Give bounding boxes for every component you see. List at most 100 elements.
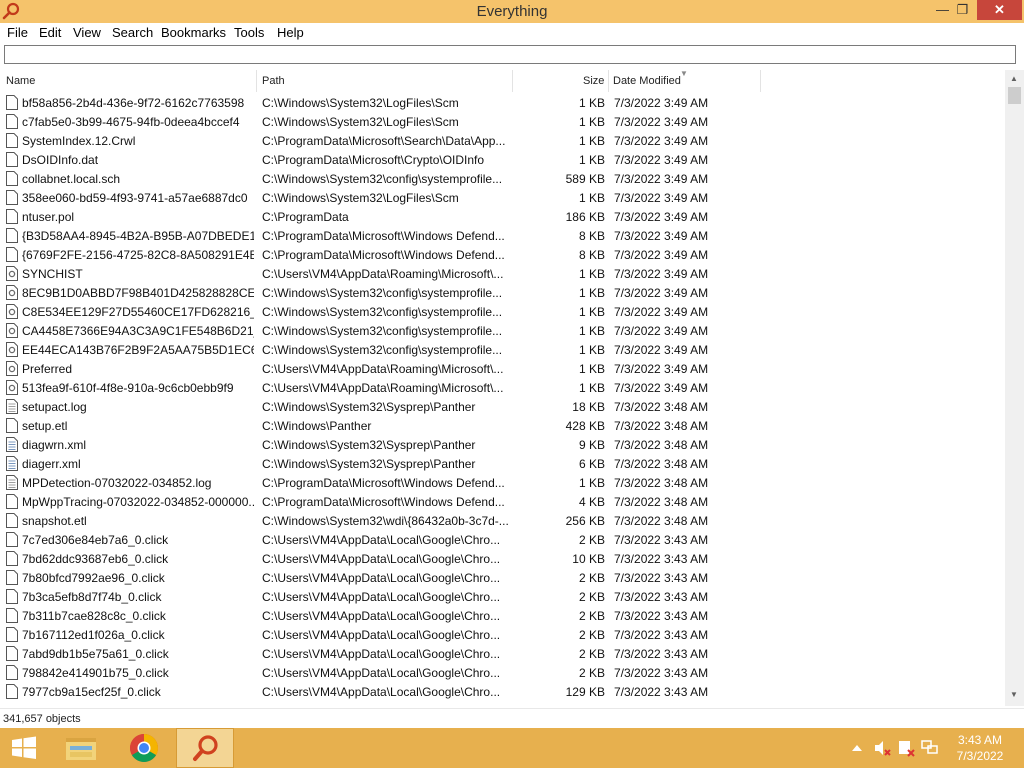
menu-help[interactable]: Help [277, 25, 304, 40]
table-row[interactable]: {B3D58AA4-8945-4B2A-B95B-A07DBEDE1... C:\… [0, 227, 1005, 246]
file-name: Preferred [22, 362, 73, 376]
file-name: {6769F2FE-2156-4725-82C8-8A508291E4EF} [22, 248, 254, 262]
file-path: C:\Windows\System32\config\systemprofile… [262, 324, 503, 338]
table-row[interactable]: 7b311b7cae828c8c_0.click C:\Users\VM4\App… [0, 607, 1005, 626]
file-name: snapshot.etl [22, 514, 87, 528]
table-row[interactable]: DsOIDInfo.dat C:\ProgramData\Microsoft\Cr… [0, 151, 1005, 170]
table-row[interactable]: 358ee060-bd59-4f93-9741-a57ae6887dc0 C:\W… [0, 189, 1005, 208]
table-row[interactable]: c7fab5e0-3b99-4675-94fb-0deea4bccef4 C:\W… [0, 113, 1005, 132]
file-path: C:\ProgramData\Microsoft\Windows Defend.… [262, 476, 505, 490]
table-row[interactable]: 7977cb9a15ecf25f_0.click C:\Users\VM4\App… [0, 683, 1005, 702]
file-path: C:\Users\VM4\AppData\Local\Google\Chro..… [262, 685, 501, 699]
table-row[interactable]: CA4458E7366E94A3C3A9C1FE548B6D21_8... C:\… [0, 322, 1005, 341]
menu-bookmarks[interactable]: Bookmarks [161, 25, 226, 40]
file-date-modified: 7/3/2022 3:49 AM [614, 324, 709, 338]
table-row[interactable]: diagwrn.xml C:\Windows\System32\Sysprep\P… [0, 436, 1005, 455]
file-path: C:\Windows\System32\Sysprep\Panther [262, 457, 476, 471]
column-divider[interactable] [512, 70, 513, 92]
table-row[interactable]: 8EC9B1D0ABBD7F98B401D425828828CE_4... C:\… [0, 284, 1005, 303]
file-path: C:\ProgramData\Microsoft\Windows Defend.… [262, 495, 505, 509]
column-name[interactable]: Name [6, 75, 35, 87]
file-name: 7b311b7cae828c8c_0.click [22, 609, 166, 623]
table-row[interactable]: snapshot.etl C:\Windows\System32\wdi\{864… [0, 512, 1005, 531]
table-row[interactable]: 7b80bfcd7992ae96_0.click C:\Users\VM4\App… [0, 569, 1005, 588]
file-size: 428 KB [565, 419, 605, 433]
column-size[interactable]: Size [583, 75, 604, 87]
file-name: MPDetection-07032022-034852.log [22, 476, 212, 490]
system-clock[interactable]: 3:43 AM 7/3/2022 [948, 732, 1012, 764]
vertical-scrollbar[interactable]: ▲ ▼ [1005, 70, 1024, 706]
network-icon[interactable] [920, 728, 940, 768]
action-center-icon[interactable] [896, 728, 916, 768]
file-size: 1 KB [578, 324, 605, 338]
column-divider[interactable] [760, 70, 761, 92]
chrome-taskbar-button[interactable] [118, 728, 170, 768]
table-row[interactable]: setup.etl C:\Windows\Panther 428 KB 7/3/202… [0, 417, 1005, 436]
file-explorer-taskbar-button[interactable] [56, 728, 106, 768]
folder-icon [66, 738, 96, 760]
menu-search[interactable]: Search [112, 25, 153, 40]
file-name: 7b3ca5efb8d7f74b_0.click [22, 590, 162, 604]
column-divider[interactable] [608, 70, 609, 92]
table-row[interactable]: 7abd9db1b5e75a61_0.click C:\Users\VM4\App… [0, 645, 1005, 664]
column-header: Name Path Size Date Modified ▼ [0, 69, 1024, 92]
table-row[interactable]: SystemIndex.12.Crwl C:\ProgramData\Micros… [0, 132, 1005, 151]
file-size: 589 KB [565, 172, 605, 186]
close-button[interactable]: ✕ [977, 0, 1022, 20]
table-row[interactable]: 7b3ca5efb8d7f74b_0.click C:\Users\VM4\App… [0, 588, 1005, 607]
table-row[interactable]: setupact.log C:\Windows\System32\Sysprep\… [0, 398, 1005, 417]
table-row[interactable]: Preferred C:\Users\VM4\AppData\Roaming\Mi… [0, 360, 1005, 379]
file-path: C:\Windows\System32\LogFiles\Scm [262, 96, 459, 110]
everything-taskbar-button[interactable] [176, 728, 234, 768]
menu-tools[interactable]: Tools [234, 25, 264, 40]
file-path: C:\Users\VM4\AppData\Local\Google\Chro..… [262, 647, 501, 661]
file-name: ntuser.pol [22, 210, 75, 224]
scroll-down-icon[interactable]: ▼ [1010, 690, 1018, 699]
file-date-modified: 7/3/2022 3:49 AM [614, 286, 709, 300]
search-input[interactable] [4, 45, 1016, 64]
show-hidden-icons-icon[interactable] [848, 728, 866, 768]
maximize-button[interactable]: ❐ [949, 0, 976, 20]
table-row[interactable]: diagerr.xml C:\Windows\System32\Sysprep\P… [0, 455, 1005, 474]
file-size: 186 KB [565, 210, 605, 224]
menu-edit[interactable]: Edit [39, 25, 61, 40]
file-name: {B3D58AA4-8945-4B2A-B95B-A07DBEDE1... [22, 229, 254, 243]
volume-muted-icon[interactable] [872, 728, 892, 768]
column-path[interactable]: Path [262, 75, 285, 87]
file-path: C:\Users\VM4\AppData\Local\Google\Chro..… [262, 628, 501, 642]
column-divider[interactable] [256, 70, 257, 92]
file-size: 1 KB [578, 305, 605, 319]
table-row[interactable]: 7b167112ed1f026a_0.click C:\Users\VM4\App… [0, 626, 1005, 645]
file-name: MpWppTracing-07032022-034852-000000... [22, 495, 254, 509]
system-file-icon [6, 304, 18, 319]
column-date-modified[interactable]: Date Modified [613, 75, 681, 87]
scroll-up-icon[interactable]: ▲ [1010, 74, 1018, 83]
table-row[interactable]: SYNCHIST C:\Users\VM4\AppData\Roaming\Mic… [0, 265, 1005, 284]
file-date-modified: 7/3/2022 3:49 AM [614, 362, 709, 376]
file-date-modified: 7/3/2022 3:49 AM [614, 96, 709, 110]
table-row[interactable]: 798842e414901b75_0.click C:\Users\VM4\App… [0, 664, 1005, 683]
file-date-modified: 7/3/2022 3:43 AM [614, 552, 709, 566]
file-icon [6, 228, 18, 243]
scroll-thumb[interactable] [1008, 87, 1021, 104]
file-name: setupact.log [22, 400, 87, 414]
menu-file[interactable]: File [7, 25, 28, 40]
file-name: collabnet.local.sch [22, 172, 121, 186]
table-row[interactable]: EE44ECA143B76F2B9F2A5AA75B5D1EC6_8... C:\… [0, 341, 1005, 360]
table-row[interactable]: 7bd62ddc93687eb6_0.click C:\Users\VM4\App… [0, 550, 1005, 569]
table-row[interactable]: C8E534EE129F27D55460CE17FD628216_113... C… [0, 303, 1005, 322]
table-row[interactable]: 7c7ed306e84eb7a6_0.click C:\Users\VM4\App… [0, 531, 1005, 550]
sort-descending-icon: ▼ [680, 69, 688, 78]
table-row[interactable]: ntuser.pol C:\ProgramData 186 KB 7/3/2022 3… [0, 208, 1005, 227]
table-row[interactable]: collabnet.local.sch C:\Windows\System32\c… [0, 170, 1005, 189]
file-date-modified: 7/3/2022 3:48 AM [614, 419, 709, 433]
file-date-modified: 7/3/2022 3:49 AM [614, 191, 709, 205]
table-row[interactable]: 513fea9f-610f-4f8e-910a-9c6cb0ebb9f9 C:\U… [0, 379, 1005, 398]
table-row[interactable]: {6769F2FE-2156-4725-82C8-8A508291E4EF} C:… [0, 246, 1005, 265]
menu-view[interactable]: View [73, 25, 101, 40]
file-name: 7b167112ed1f026a_0.click [22, 628, 165, 642]
start-button[interactable] [0, 728, 48, 768]
table-row[interactable]: bf58a856-2b4d-436e-9f72-6162c7763598 C:\W… [0, 94, 1005, 113]
table-row[interactable]: MpWppTracing-07032022-034852-000000... C:… [0, 493, 1005, 512]
table-row[interactable]: MPDetection-07032022-034852.log C:\Progra… [0, 474, 1005, 493]
